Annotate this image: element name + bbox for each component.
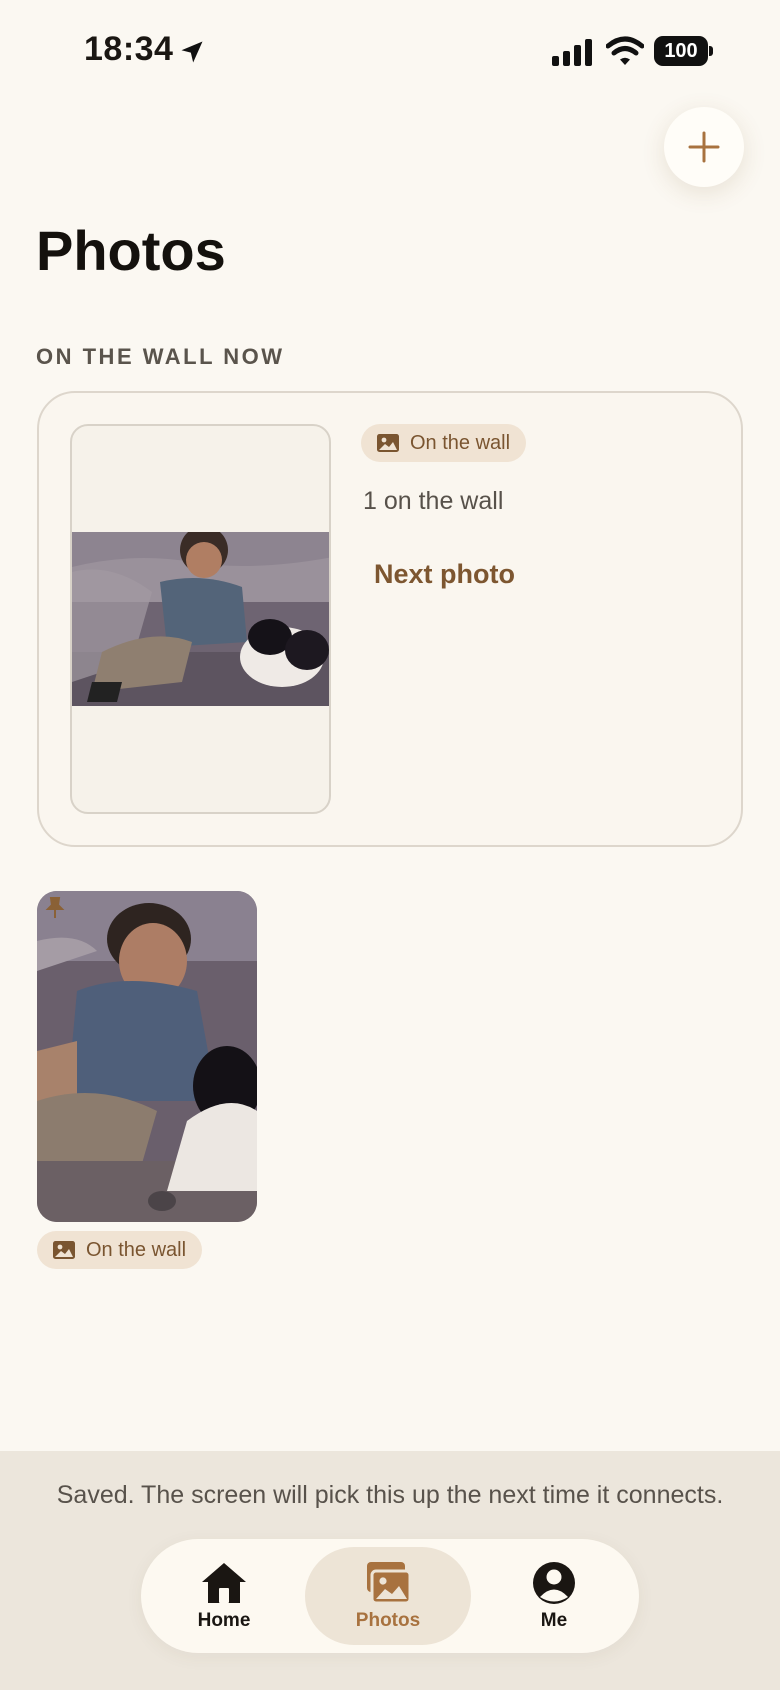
next-photo-button[interactable]: Next photo <box>374 559 515 590</box>
image-icon <box>377 434 399 452</box>
home-icon <box>202 1563 246 1603</box>
saved-toast: Saved. The screen will pick this up the … <box>56 1481 724 1509</box>
tab-me[interactable]: Me <box>471 1547 637 1645</box>
location-arrow-icon <box>181 41 203 63</box>
tile-badge-label: On the wall <box>86 1238 187 1261</box>
tab-home[interactable]: Home <box>141 1547 307 1645</box>
bottom-area: Saved. The screen will pick this up the … <box>0 1451 780 1690</box>
photos-screen: 18:34 100 Photos ON THE WALL NOW On the … <box>0 0 780 1690</box>
tab-bar: Home Photos Me <box>141 1539 639 1653</box>
wall-frame-preview[interactable] <box>70 424 331 814</box>
badge-label: On the wall <box>410 431 511 454</box>
page-title: Photos <box>36 219 226 282</box>
wifi-icon <box>606 36 644 65</box>
tab-photos-label: Photos <box>355 1610 421 1631</box>
status-time: 18:34 <box>84 30 174 68</box>
wall-count-text: 1 on the wall <box>363 487 504 515</box>
tab-me-label: Me <box>540 1610 568 1631</box>
add-photo-button[interactable] <box>664 107 744 187</box>
tile-on-the-wall-badge: On the wall <box>37 1231 203 1269</box>
on-the-wall-card: On the wall 1 on the wall Next photo <box>37 391 743 847</box>
photos-icon <box>367 1562 412 1605</box>
section-label: ON THE WALL NOW <box>36 344 285 369</box>
tab-photos[interactable]: Photos <box>305 1547 471 1645</box>
status-bar: 18:34 100 <box>0 0 780 100</box>
tab-home-label: Home <box>197 1610 251 1631</box>
cellular-signal-icon <box>552 39 592 66</box>
battery-indicator: 100 <box>654 36 713 66</box>
tile-photo <box>37 891 257 1222</box>
on-the-wall-badge: On the wall <box>361 424 527 462</box>
battery-cap <box>709 46 713 56</box>
plus-icon <box>688 131 720 163</box>
battery-level: 100 <box>654 36 708 66</box>
photo-tile[interactable] <box>37 891 257 1222</box>
pin-icon <box>45 897 65 918</box>
person-icon <box>533 1562 575 1604</box>
image-icon <box>53 1241 75 1259</box>
frame-photo <box>72 532 329 706</box>
